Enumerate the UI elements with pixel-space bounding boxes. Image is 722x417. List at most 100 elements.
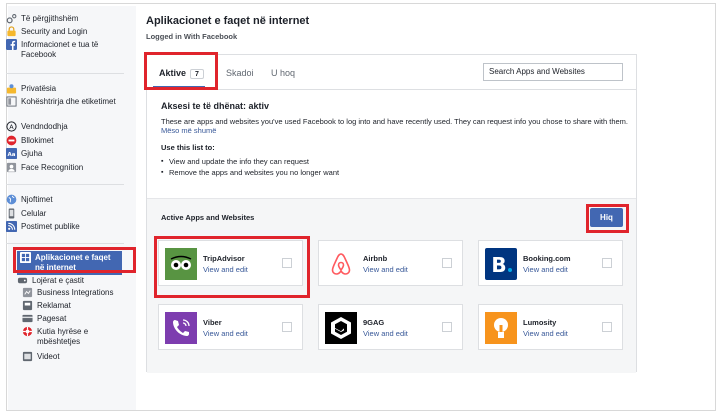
sidebar-item-notifications[interactable]: Njoftimet: [6, 194, 126, 205]
ads-icon: [22, 300, 33, 311]
sidebar-item-face-recognition[interactable]: Face Recognition: [6, 162, 126, 173]
sidebar-item-timeline-tagging[interactable]: Kohështrirja dhe etiketimet: [6, 96, 126, 107]
booking-logo-icon: B: [485, 248, 517, 280]
svg-text:B: B: [491, 253, 506, 277]
timeline-icon: [6, 96, 17, 107]
app-checkbox[interactable]: [602, 258, 612, 268]
sidebar-item-label: Njoftimet: [21, 195, 53, 204]
app-checkbox[interactable]: [442, 322, 452, 332]
sidebar-item-instant-games[interactable]: Lojërat e çastit: [17, 276, 126, 286]
sidebar-item-ads[interactable]: Reklamat: [22, 300, 126, 311]
tab-removed[interactable]: U hoq: [271, 68, 295, 78]
view-and-edit-link[interactable]: View and edit: [523, 329, 568, 338]
sidebar-divider: [6, 243, 124, 244]
view-and-edit-link[interactable]: View and edit: [203, 329, 248, 338]
lock-icon: [6, 83, 17, 94]
sidebar-item-label: Celular: [21, 209, 47, 218]
sidebar-item-payments[interactable]: Pagesat: [22, 314, 126, 324]
tab-bar: Aktive 7 Skadoi U hoq Search Apps and Web…: [147, 55, 636, 90]
9gag-logo-icon: [325, 312, 357, 344]
description-text: These are apps and websites you've used …: [161, 117, 628, 126]
mobile-icon: [6, 208, 17, 219]
sidebar-item-label: Reklamat: [37, 301, 71, 310]
app-card-9gag[interactable]: 9GAG View and edit: [318, 304, 463, 350]
learn-more-link[interactable]: Mëso më shumë: [161, 126, 216, 135]
airbnb-logo-icon: [325, 248, 357, 280]
sidebar-item-videos[interactable]: Videot: [22, 351, 126, 362]
sidebar-item-label: Postimet publike: [21, 222, 80, 231]
sidebar-item-label: Informacionet e tua të Facebook: [21, 40, 99, 59]
app-name: Lumosity: [523, 318, 557, 327]
sidebar-item-label: Të përgjithshëm: [21, 14, 79, 23]
sidebar-item-public-posts[interactable]: Postimet publike: [6, 221, 126, 232]
business-icon: [22, 287, 33, 298]
view-and-edit-link[interactable]: View and edit: [363, 329, 408, 338]
sidebar-item-your-facebook-info[interactable]: Informacionet e tua të Facebook: [6, 39, 126, 59]
app-card-viber[interactable]: Viber View and edit: [158, 304, 303, 350]
svg-text:Aa: Aa: [8, 152, 16, 158]
app-checkbox[interactable]: [282, 322, 292, 332]
app-card-airbnb[interactable]: Airbnb View and edit: [318, 240, 463, 286]
sidebar-item-label: Lojërat e çastit: [32, 276, 85, 285]
app-checkbox[interactable]: [602, 322, 612, 332]
settings-sidebar: [8, 6, 136, 410]
sidebar-item-label: Kutia hyrëse e mbështetjes: [37, 327, 89, 346]
tab-highlight-box: [144, 52, 218, 90]
sidebar-item-label: Kohështrirja dhe etiketimet: [21, 97, 116, 106]
sidebar-item-privacy[interactable]: Privatësia: [6, 84, 126, 94]
shield-icon: [6, 26, 17, 37]
sidebar-item-label: Face Recognition: [21, 163, 84, 172]
sidebar-item-label: Bllokimet: [21, 136, 54, 145]
access-description: These are apps and websites you've used …: [161, 117, 631, 135]
location-icon: A: [6, 121, 17, 132]
app-card-lumosity[interactable]: Lumosity View and edit: [478, 304, 623, 350]
sidebar-item-label: Business Integrations: [37, 288, 114, 297]
view-and-edit-link[interactable]: View and edit: [523, 265, 568, 274]
sidebar-item-language[interactable]: Aa Gjuha: [6, 148, 126, 159]
remove-button-highlight-box: [586, 204, 629, 233]
svg-text:A: A: [9, 123, 14, 131]
sidebar-item-mobile[interactable]: Celular: [6, 208, 126, 219]
page-subtitle: Logged in With Facebook: [146, 32, 238, 41]
face-recognition-icon: [6, 162, 17, 173]
use-list-title: Use this list to:: [161, 143, 215, 152]
facebook-icon: [6, 39, 17, 50]
app-name: Booking.com: [523, 254, 571, 263]
sidebar-highlight-box: [13, 247, 136, 273]
tab-expired[interactable]: Skadoi: [226, 68, 254, 78]
sidebar-item-support-inbox[interactable]: Kutia hyrëse e mbështetjes: [22, 326, 126, 346]
use-list: View and update the info they can reques…: [161, 156, 631, 178]
sidebar-item-security[interactable]: Security and Login: [6, 26, 126, 37]
sidebar-item-location[interactable]: A Vendndodhja: [6, 121, 126, 132]
video-icon: [22, 351, 33, 362]
apps-panel: Aktive 7 Skadoi U hoq Search Apps and Web…: [146, 54, 637, 373]
app-card-highlight-box: [154, 236, 310, 298]
app-checkbox[interactable]: [442, 258, 452, 268]
access-info: Aksesi te të dhënat: aktiv These are app…: [161, 101, 631, 178]
lifebuoy-icon: [22, 326, 33, 337]
sidebar-item-business-integrations[interactable]: Business Integrations: [22, 287, 126, 298]
app-name: Airbnb: [363, 254, 388, 263]
card-icon: [22, 313, 33, 324]
sidebar-item-label: Security and Login: [21, 27, 88, 36]
app-name: Viber: [203, 318, 222, 327]
sidebar-item-label: Vendndodhja: [21, 122, 68, 131]
sidebar-divider: [6, 184, 124, 185]
section-title: Active Apps and Websites: [161, 213, 255, 222]
sidebar-item-blocking[interactable]: Bllokimet: [6, 135, 126, 146]
search-input[interactable]: Search Apps and Websites: [483, 63, 623, 81]
sidebar-item-label: Pagesat: [37, 314, 67, 323]
language-icon: Aa: [6, 148, 17, 159]
globe-icon: [6, 194, 17, 205]
lumosity-logo-icon: [485, 312, 517, 344]
games-icon: [17, 275, 28, 286]
block-icon: [6, 135, 17, 146]
app-name: 9GAG: [363, 318, 385, 327]
rss-icon: [6, 221, 17, 232]
sidebar-item-general[interactable]: Të përgjithshëm: [6, 14, 126, 24]
list-item: View and update the info they can reques…: [161, 156, 631, 167]
view-and-edit-link[interactable]: View and edit: [363, 265, 408, 274]
sidebar-item-label: Gjuha: [21, 149, 43, 158]
app-card-booking[interactable]: B Booking.com View and edit: [478, 240, 623, 286]
tabs-divider: [147, 89, 636, 90]
